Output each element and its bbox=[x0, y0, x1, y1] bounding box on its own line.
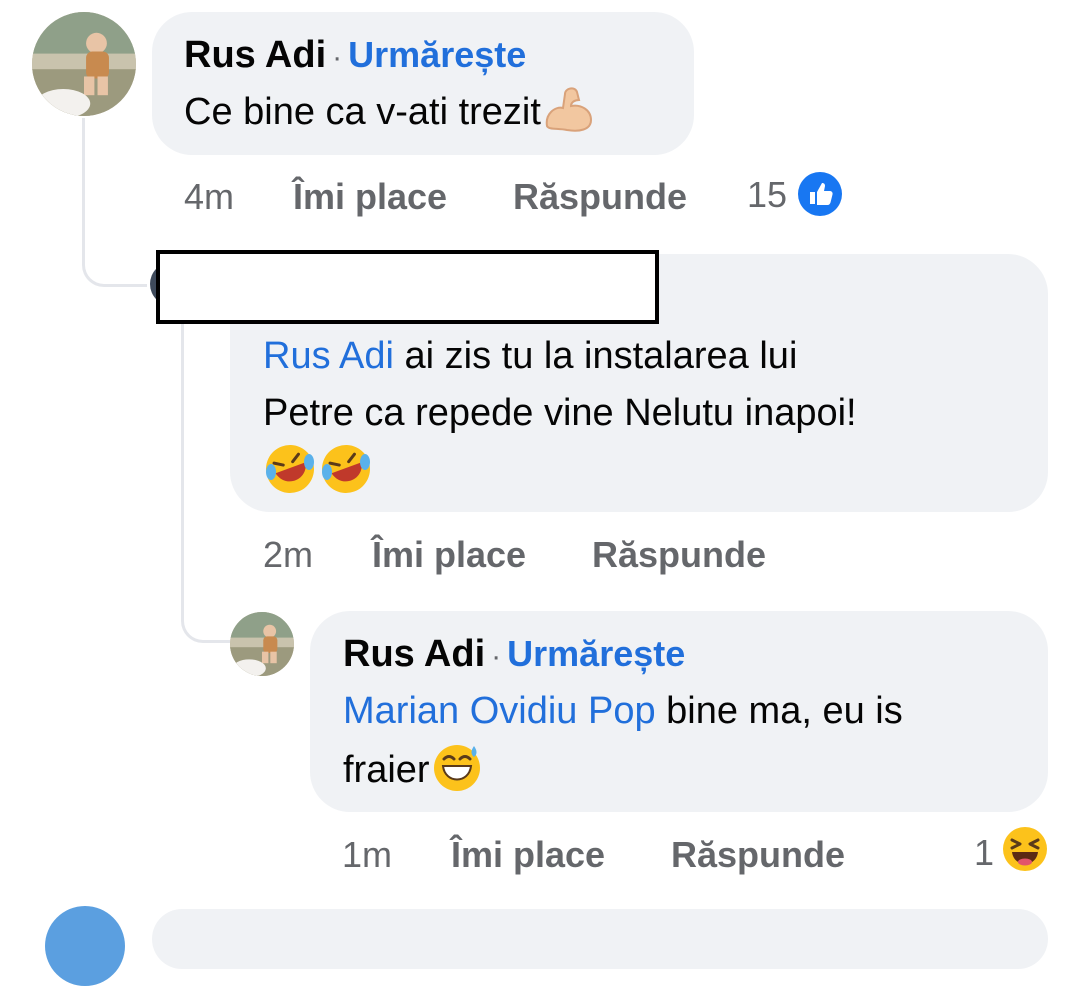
haha-reaction-icon[interactable] bbox=[1002, 826, 1048, 872]
reply-button[interactable]: Răspunde bbox=[671, 834, 845, 876]
reaction-count[interactable]: 1 bbox=[974, 832, 994, 874]
comment-bubble: Rus Adi · Urmărește Marian Ovidiu Pop bine… bbox=[310, 611, 1048, 812]
avatar-photo bbox=[32, 12, 136, 116]
thread-line-inner bbox=[181, 322, 230, 643]
like-button[interactable]: Îmi place bbox=[451, 834, 605, 876]
grinning-sweat-icon bbox=[430, 740, 484, 794]
avatar[interactable] bbox=[32, 12, 136, 116]
comment-text: Ce bine ca v-ati trezit bbox=[184, 84, 595, 141]
rolling-laughing-icon bbox=[263, 442, 317, 496]
author-name[interactable]: Rus Adi bbox=[184, 34, 326, 76]
comment-text-line-1: Rus Adi ai zis tu la instalarea lui bbox=[263, 335, 798, 377]
comment-text-line-1: Marian Ovidiu Pop bine ma, eu is bbox=[343, 690, 903, 732]
comment-header: Rus Adi · Urmărește bbox=[343, 633, 685, 676]
redacted-author-name bbox=[156, 250, 659, 324]
comment-time[interactable]: 2m bbox=[263, 534, 313, 576]
comment-text-line-2: Petre ca repede vine Nelutu inapoi! bbox=[263, 392, 857, 434]
reaction-count[interactable]: 15 bbox=[747, 174, 787, 216]
reply-button[interactable]: Răspunde bbox=[513, 176, 687, 218]
comment-bubble: Rus Adi · Urmărește Ce bine ca v-ati trezi… bbox=[152, 12, 694, 155]
rolling-laughing-icon bbox=[319, 442, 373, 496]
reply-button[interactable]: Răspunde bbox=[592, 534, 766, 576]
separator-dot: · bbox=[491, 640, 502, 673]
like-reaction-icon[interactable] bbox=[797, 171, 843, 217]
mention-link[interactable]: Marian Ovidiu Pop bbox=[343, 690, 656, 732]
avatar-photo bbox=[230, 612, 294, 676]
like-button[interactable]: Îmi place bbox=[293, 176, 447, 218]
comment-time[interactable]: 4m bbox=[184, 176, 234, 218]
avatar[interactable] bbox=[230, 612, 294, 676]
comment-text-line-2: fraier bbox=[343, 740, 484, 799]
separator-dot: · bbox=[332, 41, 343, 74]
follow-button[interactable]: Urmărește bbox=[507, 633, 685, 674]
follow-button[interactable]: Urmărește bbox=[348, 34, 526, 75]
flexed-biceps-icon bbox=[541, 84, 595, 134]
comment-header: Rus Adi · Urmărește bbox=[184, 34, 526, 77]
author-name[interactable]: Rus Adi bbox=[343, 633, 485, 675]
emoji-row bbox=[263, 442, 373, 501]
comment-bubble bbox=[152, 909, 1048, 969]
mention-link[interactable]: Rus Adi bbox=[263, 335, 394, 377]
thread-line-outer bbox=[82, 118, 147, 287]
like-button[interactable]: Îmi place bbox=[372, 534, 526, 576]
avatar[interactable] bbox=[45, 906, 125, 986]
comment-time[interactable]: 1m bbox=[342, 834, 392, 876]
